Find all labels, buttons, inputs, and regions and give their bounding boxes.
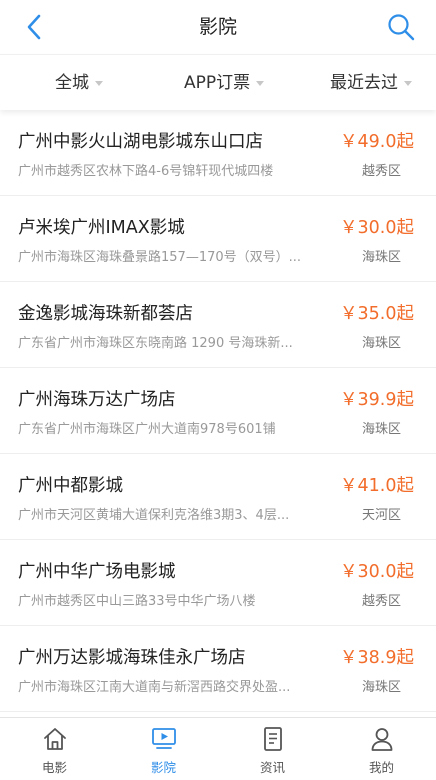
cinema-address: 广州市越秀区农林下路4-6号锦轩现代城四楼 (18, 164, 274, 179)
filter-area-label: 全城 (55, 73, 89, 93)
cinema-price: ￥49.0起 (340, 132, 414, 152)
filter-recent-dropdown[interactable]: 最近去过 (330, 55, 412, 111)
cinema-name: 广州海珠万达广场店 (18, 390, 176, 410)
cinema-district: 海珠区 (361, 250, 401, 265)
cinema-district: 海珠区 (361, 336, 401, 351)
cinema-district: 越秀区 (361, 594, 401, 609)
cinema-district: 天河区 (361, 508, 401, 523)
cinema-list-item[interactable]: 广州中华广场电影城 广州市越秀区中山三路33号中华广场八楼 ￥30.0起 越秀区 (0, 540, 436, 626)
search-icon (388, 14, 415, 41)
cinema-price: ￥30.0起 (340, 562, 414, 582)
document-icon (264, 727, 282, 751)
user-icon (371, 728, 393, 751)
cinema-name: 广州万达影城海珠佳永广场店 (18, 648, 246, 668)
cinema-price: ￥35.0起 (340, 304, 414, 324)
cinema-list-item[interactable]: 广州海珠万达广场店 广东省广州市海珠区广州大道南978号601铺 ￥39.9起 … (0, 368, 436, 454)
cinema-name: 广州中都影城 (18, 476, 123, 496)
cinema-address: 广州市海珠区江南大道南与新滘西路交界处盈... (18, 680, 291, 695)
cinema-name: 广州中影火山湖电影城东山口店 (18, 132, 263, 152)
filter-area-dropdown[interactable]: 全城 (55, 55, 103, 111)
tab-movies[interactable]: 电影 (0, 718, 109, 780)
tab-news[interactable]: 资讯 (218, 718, 327, 780)
tab-cinemas[interactable]: 影院 (109, 718, 218, 780)
cinema-address: 广州市天河区黄埔大道保利克洛维3期3、4层... (18, 508, 290, 523)
tab-news-label: 资讯 (259, 760, 285, 775)
cinema-price: ￥39.9起 (340, 390, 414, 410)
cinema-district: 海珠区 (361, 680, 401, 695)
cinema-price: ￥38.9起 (340, 648, 414, 668)
cinema-list-item[interactable]: 金逸影城海珠新都荟店 广东省广州市海珠区东晓南路 1290 号海珠新... ￥3… (0, 282, 436, 368)
filter-booking-label: APP订票 (184, 73, 251, 93)
cinema-district: 海珠区 (361, 422, 401, 437)
cinema-name: 广州中华广场电影城 (18, 562, 176, 582)
filter-booking-dropdown[interactable]: APP订票 (184, 55, 265, 111)
cinema-list-item[interactable]: 广州万达影城海珠佳永广场店 广州市海珠区江南大道南与新滘西路交界处盈... ￥3… (0, 626, 436, 712)
filter-recent-label: 最近去过 (330, 73, 398, 93)
bottom-tab-bar: 电影 影院 资讯 我的 (0, 717, 436, 780)
tab-profile-label: 我的 (368, 760, 394, 775)
caret-down-icon (95, 80, 103, 86)
search-button[interactable] (386, 12, 416, 42)
cinema-name: 卢米埃广州IMAX影城 (18, 218, 185, 238)
cinema-name: 金逸影城海珠新都荟店 (18, 304, 193, 324)
cinema-address: 广东省广州市海珠区广州大道南978号601铺 (18, 422, 276, 437)
cinema-list-item[interactable]: 广州中影火山湖电影城东山口店 广州市越秀区农林下路4-6号锦轩现代城四楼 ￥49… (0, 110, 436, 196)
cinema-address: 广州市越秀区中山三路33号中华广场八楼 (18, 594, 256, 609)
filter-bar: 全城 APP订票 最近去过 (0, 54, 436, 110)
cinema-price: ￥30.0起 (340, 218, 414, 238)
tab-profile[interactable]: 我的 (327, 718, 436, 780)
cinema-list-item[interactable]: 卢米埃广州IMAX影城 广州市海珠区海珠叠景路157—170号（双号）... ￥… (0, 196, 436, 282)
page-title: 影院 (198, 16, 237, 38)
cinema-address: 广州市海珠区海珠叠景路157—170号（双号）... (18, 250, 302, 265)
caret-down-icon (256, 80, 265, 86)
cinema-address: 广东省广州市海珠区东晓南路 1290 号海珠新... (18, 336, 293, 351)
tab-movies-label: 电影 (41, 760, 67, 775)
cinema-district: 越秀区 (361, 164, 401, 179)
caret-down-icon (404, 80, 412, 86)
screen-play-icon (152, 728, 176, 749)
cinema-list-item[interactable]: 广州中都影城 广州市天河区黄埔大道保利克洛维3期3、4层... ￥41.0起 天… (0, 454, 436, 540)
tab-cinemas-label: 影院 (150, 760, 176, 775)
cinema-price: ￥41.0起 (340, 476, 414, 496)
header: 影院 (0, 0, 436, 54)
home-icon (44, 728, 66, 750)
cinema-list[interactable]: 广州中影火山湖电影城东山口店 广州市越秀区农林下路4-6号锦轩现代城四楼 ￥49… (0, 110, 436, 717)
